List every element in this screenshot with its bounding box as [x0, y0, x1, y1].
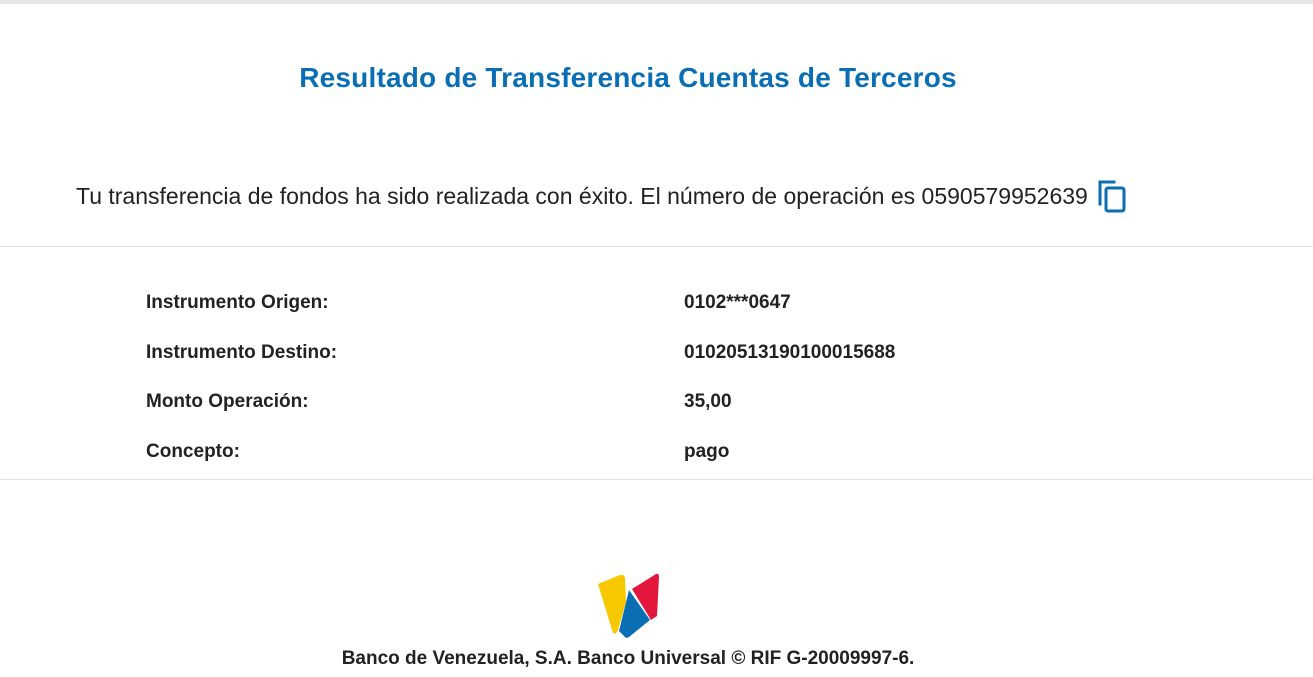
detail-value: 01020513190100015688: [684, 342, 896, 363]
detail-label: Instrumento Origen:: [146, 292, 329, 313]
detail-label: Instrumento Destino:: [146, 342, 338, 363]
divider-bottom: [0, 479, 1313, 480]
divider-top: [0, 246, 1313, 247]
page-title: Resultado de Transferencia Cuentas de Te…: [299, 62, 957, 93]
copy-operation-number-button[interactable]: [1096, 178, 1128, 214]
detail-value: 35,00: [684, 391, 732, 412]
success-message: Tu transferencia de fondos ha sido reali…: [76, 176, 1128, 216]
copy-icon: [1098, 180, 1126, 213]
success-message-text: Tu transferencia de fondos ha sido reali…: [76, 182, 1088, 209]
detail-label: Monto Operación:: [146, 391, 309, 412]
detail-value: 0102***0647: [684, 292, 791, 313]
top-border: [0, 0, 1313, 4]
detail-label: Concepto:: [146, 441, 240, 462]
detail-value: pago: [684, 441, 730, 462]
footer-text: Banco de Venezuela, S.A. Banco Universal…: [341, 648, 915, 669]
bank-logo: [598, 573, 659, 638]
